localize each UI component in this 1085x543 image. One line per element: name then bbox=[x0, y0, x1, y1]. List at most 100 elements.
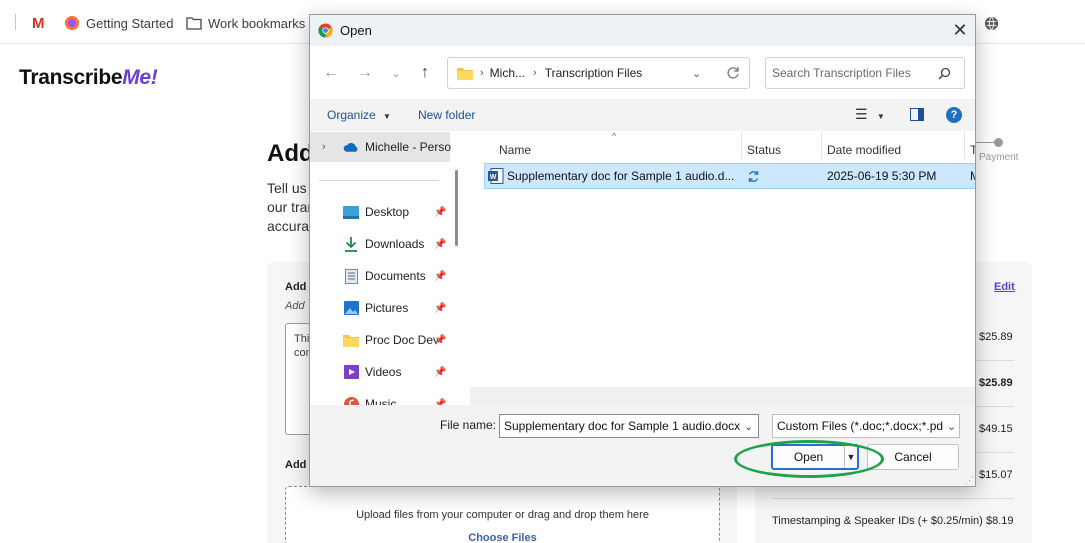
dropzone-text: Upload files from your computer or drag … bbox=[356, 509, 649, 521]
file-type-filter-value: Custom Files (*.doc;*.docx;*.pd bbox=[777, 419, 944, 433]
search-placeholder: Search Transcription Files bbox=[772, 66, 911, 80]
summary-divider bbox=[772, 498, 1014, 499]
new-folder-button[interactable]: New folder bbox=[418, 108, 475, 122]
page-title: Add bbox=[267, 140, 314, 167]
navigation-pane: › Michelle - Perso Desktop 📌 Downloads 📌… bbox=[310, 131, 469, 405]
choose-files-link[interactable]: Choose Files bbox=[285, 532, 720, 543]
column-header-name[interactable]: Name bbox=[499, 143, 531, 157]
dialog-title: Open bbox=[340, 23, 372, 38]
nav-item-downloads[interactable]: Downloads 📌 bbox=[310, 229, 450, 259]
breadcrumb-separator-icon: › bbox=[533, 67, 537, 79]
file-date-modified: 2025-06-19 5:30 PM bbox=[827, 169, 937, 183]
gmail-icon: M bbox=[32, 14, 45, 32]
bookmark-label: Getting Started bbox=[86, 15, 174, 31]
resize-grip-icon[interactable]: ⋰ bbox=[965, 475, 974, 486]
intro-text-line: accurat bbox=[267, 218, 313, 234]
bookmark-getting-started[interactable]: Getting Started bbox=[64, 12, 173, 34]
folder-outline-icon bbox=[186, 17, 202, 30]
caret-down-icon: ▼ bbox=[876, 112, 885, 121]
nav-item-pictures[interactable]: Pictures 📌 bbox=[310, 293, 450, 323]
svg-text:W: W bbox=[490, 174, 497, 181]
close-icon: ✕ bbox=[952, 19, 968, 40]
view-options-button[interactable]: ☰ ▼ bbox=[855, 106, 885, 123]
card-sublabel: Add bbox=[285, 300, 305, 312]
forward-button[interactable]: → bbox=[353, 61, 377, 85]
preview-pane-icon[interactable] bbox=[910, 108, 924, 121]
search-icon bbox=[938, 67, 951, 80]
music-icon bbox=[343, 396, 359, 405]
up-button[interactable]: ↑ bbox=[413, 61, 437, 85]
column-header-status[interactable]: Status bbox=[747, 143, 781, 157]
videos-icon bbox=[343, 364, 359, 380]
breadcrumb-item[interactable]: Mich... bbox=[490, 66, 525, 80]
back-button[interactable]: ← bbox=[319, 61, 343, 85]
bookmark-work-bookmarks[interactable]: Work bookmarks bbox=[186, 12, 305, 34]
dialog-title-bar: Open ✕ bbox=[310, 15, 975, 46]
chrome-icon bbox=[318, 23, 333, 38]
nav-item-label: Pictures bbox=[365, 301, 409, 315]
column-header-type[interactable]: T bbox=[970, 143, 975, 157]
gmail-bookmark[interactable]: M bbox=[32, 12, 45, 34]
file-type: M bbox=[970, 169, 975, 183]
nav-item-label: Music bbox=[365, 397, 397, 405]
intro-text-line: our tran bbox=[267, 199, 316, 215]
nav-item-onedrive[interactable]: › Michelle - Perso bbox=[310, 132, 452, 162]
address-dropdown-icon[interactable]: ⌄ bbox=[692, 67, 701, 80]
nav-item-label: Desktop bbox=[365, 205, 410, 219]
address-bar[interactable]: › Mich... › Transcription Files ⌄ bbox=[447, 57, 750, 89]
nav-item-documents[interactable]: Documents 📌 bbox=[310, 261, 450, 291]
pin-icon: 📌 bbox=[434, 366, 447, 378]
downloads-icon bbox=[343, 236, 359, 252]
logo-text: Transcribe bbox=[19, 66, 123, 89]
close-button[interactable]: ✕ bbox=[946, 17, 974, 43]
progress-step-dot bbox=[994, 138, 1003, 147]
card-label: Add bbox=[285, 459, 307, 471]
pin-icon: 📌 bbox=[434, 270, 447, 282]
nav-item-proc-doc-dev[interactable]: Proc Doc Dev 📌 bbox=[310, 325, 450, 355]
onedrive-icon bbox=[343, 139, 359, 155]
nav-item-desktop[interactable]: Desktop 📌 bbox=[310, 197, 450, 227]
word-document-icon: W bbox=[488, 168, 504, 184]
edit-link[interactable]: Edit bbox=[994, 281, 1015, 293]
command-bar: Organize ▼ New folder ☰ ▼ ? bbox=[310, 99, 975, 131]
chevron-down-icon: ⌄ bbox=[391, 67, 401, 80]
recent-locations-button[interactable]: ⌄ bbox=[384, 61, 408, 85]
nav-item-videos[interactable]: Videos 📌 bbox=[310, 357, 450, 387]
timestamping-label: Timestamping & Speaker IDs (+ $0.25/min) bbox=[772, 515, 983, 527]
column-divider bbox=[741, 131, 742, 159]
highlight-annotation-ring bbox=[734, 440, 884, 478]
transcribeme-logo[interactable]: TranscribeMe! bbox=[19, 66, 158, 90]
organize-menu[interactable]: Organize ▼ bbox=[327, 108, 391, 122]
column-header-date-modified[interactable]: Date modified bbox=[827, 143, 901, 157]
refresh-icon[interactable] bbox=[726, 66, 740, 80]
nav-item-label: Proc Doc Dev bbox=[365, 333, 440, 347]
list-view-icon: ☰ bbox=[855, 106, 868, 122]
folder-icon bbox=[343, 332, 359, 348]
file-name-input[interactable]: Supplementary doc for Sample 1 audio.doc… bbox=[499, 414, 759, 438]
globe-bookmark[interactable] bbox=[984, 12, 999, 34]
file-list-horizontal-scrollbar[interactable] bbox=[470, 387, 975, 405]
nav-item-label: Videos bbox=[365, 365, 402, 379]
organize-label: Organize bbox=[327, 108, 376, 122]
file-name: Supplementary doc for Sample 1 audio.d..… bbox=[507, 169, 735, 183]
nav-item-music[interactable]: Music 📌 bbox=[310, 389, 450, 405]
globe-icon bbox=[984, 16, 999, 30]
search-input[interactable]: Search Transcription Files bbox=[765, 57, 965, 89]
documents-icon bbox=[343, 268, 359, 284]
column-divider bbox=[821, 131, 822, 159]
file-type-filter-select[interactable]: Custom Files (*.doc;*.docx;*.pd ⌄ bbox=[772, 414, 960, 438]
breadcrumb-item[interactable]: Transcription Files bbox=[545, 66, 643, 80]
nav-pane-scrollbar[interactable] bbox=[455, 170, 458, 246]
pin-icon: 📌 bbox=[434, 238, 447, 250]
arrow-left-icon: ← bbox=[323, 64, 339, 81]
chevron-down-icon[interactable]: ⌄ bbox=[744, 420, 753, 433]
pin-icon: 📌 bbox=[434, 302, 447, 314]
help-icon[interactable]: ? bbox=[946, 107, 962, 123]
card-label: Add bbox=[285, 281, 307, 293]
firefox-icon bbox=[65, 16, 79, 30]
pictures-icon bbox=[343, 300, 359, 316]
pin-icon: 📌 bbox=[434, 334, 447, 346]
price-value: $15.07 bbox=[979, 469, 1013, 481]
nav-item-label: Michelle - Perso bbox=[365, 140, 452, 154]
file-row[interactable]: W Supplementary doc for Sample 1 audio.d… bbox=[484, 163, 975, 189]
